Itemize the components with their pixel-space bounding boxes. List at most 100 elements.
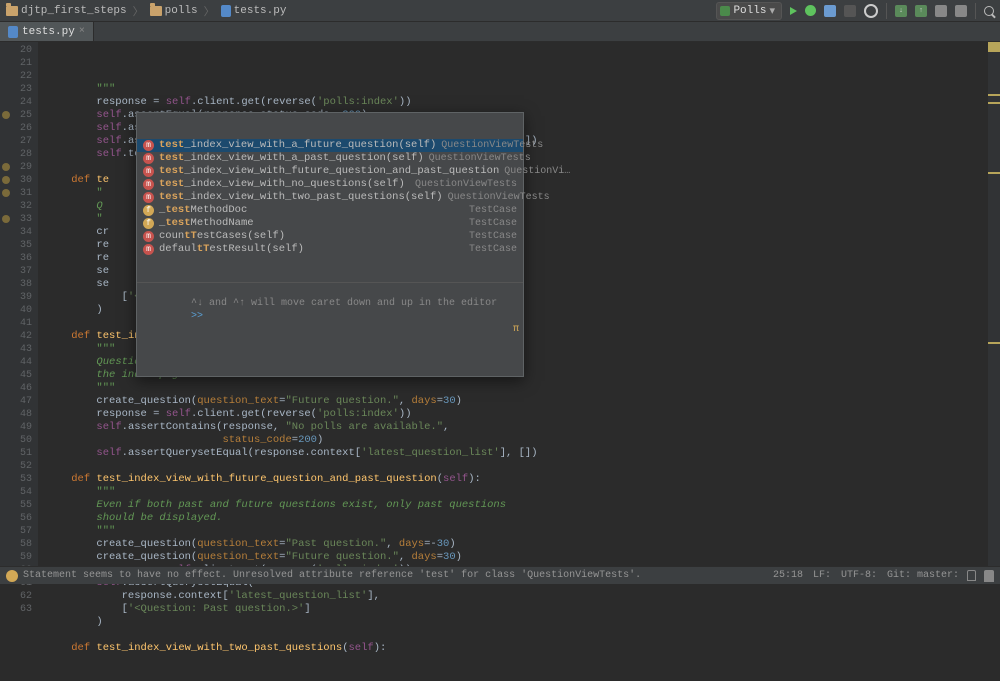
gutter[interactable]: 2021222324252627282930313233343536373839… (0, 42, 38, 566)
gutter-mark[interactable] (2, 215, 10, 223)
vcs-revert-button[interactable] (955, 5, 967, 17)
line-number[interactable]: 35 (0, 239, 32, 252)
code-line[interactable]: create_question(question_text="Future qu… (46, 395, 988, 408)
line-number[interactable]: 34 (0, 226, 32, 239)
code-line[interactable]: """ (46, 382, 988, 395)
error-stripe-mark[interactable] (988, 50, 1000, 52)
run-config-selector[interactable]: Polls ▾ (716, 2, 782, 20)
line-number[interactable]: 53 (0, 473, 32, 486)
breadcrumb-file[interactable]: tests.py (221, 5, 287, 17)
autocomplete-item[interactable]: f_testMethodDocTestCase (137, 204, 523, 217)
caret-position[interactable]: 25:18 (773, 570, 803, 581)
code-line[interactable] (46, 629, 988, 642)
run-button[interactable] (790, 7, 797, 15)
vcs-history-button[interactable] (935, 5, 947, 17)
line-number[interactable]: 54 (0, 486, 32, 499)
code-line[interactable]: """ (46, 525, 988, 538)
autocomplete-item[interactable]: mdefaultTestResult(self)TestCase (137, 243, 523, 256)
code-line[interactable]: Even if both past and future questions e… (46, 499, 988, 512)
code-line[interactable]: def test_index_view_with_future_question… (46, 473, 988, 486)
line-number[interactable]: 42 (0, 330, 32, 343)
line-number[interactable]: 21 (0, 57, 32, 70)
line-number[interactable]: 36 (0, 252, 32, 265)
code-line[interactable]: response = self.client.get(reverse('poll… (46, 96, 988, 109)
compass-icon[interactable] (864, 4, 878, 18)
line-number[interactable]: 58 (0, 538, 32, 551)
vcs-update-button[interactable]: ↓ (895, 5, 907, 17)
line-number[interactable]: 56 (0, 512, 32, 525)
line-number[interactable]: 63 (0, 603, 32, 616)
line-number[interactable]: 55 (0, 499, 32, 512)
code-line[interactable]: status_code=200) (46, 434, 988, 447)
line-number[interactable]: 46 (0, 382, 32, 395)
line-number[interactable]: 20 (0, 44, 32, 57)
line-number[interactable]: 26 (0, 122, 32, 135)
line-number[interactable]: 24 (0, 96, 32, 109)
error-stripe-mark[interactable] (988, 172, 1000, 174)
line-number[interactable]: 40 (0, 304, 32, 317)
error-stripe-mark[interactable] (988, 342, 1000, 344)
code-line[interactable]: response.context['latest_question_list']… (46, 590, 988, 603)
autocomplete-item[interactable]: mtest_index_view_with_future_question_an… (137, 165, 523, 178)
code-line[interactable]: def test_index_view_with_two_past_questi… (46, 642, 988, 655)
autocomplete-item[interactable]: mcountTestCases(self)TestCase (137, 230, 523, 243)
vcs-commit-button[interactable]: ↑ (915, 5, 927, 17)
line-number[interactable]: 27 (0, 135, 32, 148)
lock-icon[interactable] (967, 570, 976, 581)
error-stripe[interactable] (988, 42, 1000, 566)
line-number[interactable]: 22 (0, 70, 32, 83)
code-line[interactable]: """ (46, 486, 988, 499)
code-line[interactable]: response = self.client.get(reverse('poll… (46, 408, 988, 421)
bulb-icon[interactable] (6, 570, 18, 582)
line-number[interactable]: 47 (0, 395, 32, 408)
line-number[interactable]: 50 (0, 434, 32, 447)
search-button[interactable] (984, 6, 994, 16)
code-line[interactable]: create_question(question_text="Past ques… (46, 538, 988, 551)
gutter-mark[interactable] (2, 111, 10, 119)
breadcrumb-folder[interactable]: polls (150, 5, 198, 17)
git-branch[interactable]: Git: master: (887, 570, 959, 581)
code-line[interactable]: should be displayed. (46, 512, 988, 525)
line-number[interactable]: 51 (0, 447, 32, 460)
autocomplete-item[interactable]: mtest_index_view_with_a_future_question(… (137, 139, 523, 152)
line-number[interactable]: 49 (0, 421, 32, 434)
tab-tests-py[interactable]: tests.py × (0, 22, 94, 41)
line-number[interactable]: 45 (0, 369, 32, 382)
line-number[interactable]: 48 (0, 408, 32, 421)
line-number[interactable]: 43 (0, 343, 32, 356)
line-number[interactable]: 38 (0, 278, 32, 291)
autocomplete-item[interactable]: mtest_index_view_with_no_questions(self)… (137, 178, 523, 191)
debug-button[interactable] (805, 5, 816, 16)
gutter-mark[interactable] (2, 163, 10, 171)
code-line[interactable]: ) (46, 616, 988, 629)
autocomplete-popup[interactable]: mtest_index_view_with_a_future_question(… (136, 112, 524, 377)
line-number[interactable]: 28 (0, 148, 32, 161)
gutter-mark[interactable] (2, 176, 10, 184)
code-line[interactable]: self.assertContains(response, "No polls … (46, 421, 988, 434)
line-number[interactable]: 44 (0, 356, 32, 369)
coverage-button[interactable] (824, 5, 836, 17)
hector-icon[interactable] (984, 570, 994, 582)
line-number[interactable]: 41 (0, 317, 32, 330)
code-line[interactable]: """ (46, 83, 988, 96)
line-separator[interactable]: LF: (813, 570, 831, 581)
code-area[interactable]: """ response = self.client.get(reverse('… (38, 42, 988, 566)
inspection-indicator[interactable] (988, 42, 1000, 50)
code-line[interactable]: ['<Question: Past question.>'] (46, 603, 988, 616)
autocomplete-item[interactable]: f_testMethodNameTestCase (137, 217, 523, 230)
line-number[interactable]: 59 (0, 551, 32, 564)
line-number[interactable]: 57 (0, 525, 32, 538)
error-stripe-mark[interactable] (988, 102, 1000, 104)
line-number[interactable]: 23 (0, 83, 32, 96)
code-line[interactable]: self.assertQuerysetEqual(response.contex… (46, 447, 988, 460)
code-line[interactable]: create_question(question_text="Future qu… (46, 551, 988, 564)
line-number[interactable]: 52 (0, 460, 32, 473)
close-icon[interactable]: × (79, 26, 85, 37)
file-encoding[interactable]: UTF-8: (841, 570, 877, 581)
autocomplete-item[interactable]: mtest_index_view_with_two_past_questions… (137, 191, 523, 204)
line-number[interactable]: 32 (0, 200, 32, 213)
hint-link[interactable]: >> (191, 311, 203, 322)
gutter-mark[interactable] (2, 189, 10, 197)
line-number[interactable]: 37 (0, 265, 32, 278)
line-number[interactable]: 39 (0, 291, 32, 304)
